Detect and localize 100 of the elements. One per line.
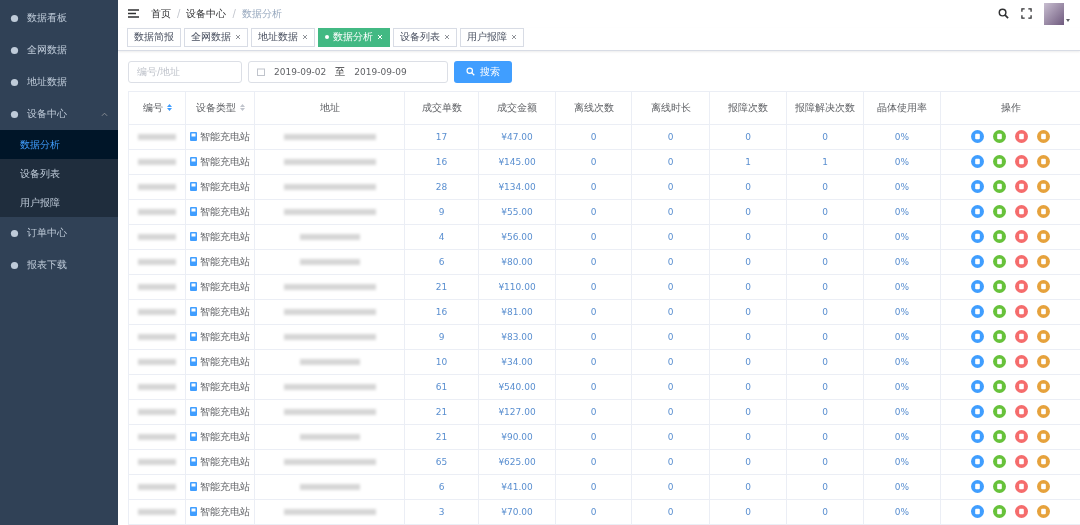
device-type-cell: 智能充电站 — [186, 480, 254, 494]
redacted-text — [138, 359, 176, 365]
table-cell: 0 — [822, 507, 828, 517]
table-cell: 21 — [435, 407, 448, 417]
table-cell: 0 — [667, 332, 674, 342]
table-cell: 0 — [667, 132, 674, 142]
table-cell: 0 — [822, 182, 828, 192]
device-type-cell: 智能充电站 — [186, 330, 254, 344]
table-cell: 0% — [894, 357, 910, 367]
sidebar-item[interactable]: 全网数据 — [0, 34, 118, 66]
table-cell: 0 — [667, 357, 674, 367]
tab[interactable]: 地址数据 — [251, 27, 315, 47]
table-cell: 1 — [822, 157, 828, 167]
table-cell: 0% — [894, 132, 910, 142]
breadcrumb-item[interactable]: 首页 — [151, 6, 171, 21]
column-header: 离线时长 — [631, 91, 710, 125]
breadcrumb-separator: / — [177, 8, 181, 20]
table-cell: 28 — [435, 182, 448, 192]
device-icon — [190, 307, 197, 317]
table-cell: 0 — [590, 157, 597, 167]
sidebar-subitem[interactable]: 用户报障 — [0, 188, 118, 217]
breadcrumb-item: 数据分析 — [241, 6, 282, 21]
tab[interactable]: 设备列表 — [393, 27, 457, 47]
sidebar-item[interactable]: 数据看板 — [0, 2, 118, 34]
device-icon — [190, 257, 197, 267]
table-cell: ¥70.00 — [501, 507, 533, 517]
table-cell: 0 — [667, 432, 674, 442]
device-icon — [190, 232, 197, 242]
table-cell: 0 — [822, 407, 828, 417]
table-cell: 0% — [894, 207, 910, 217]
date-range-field[interactable]: 2019-09-02 至 2019-09-09 — [248, 60, 448, 83]
search-icon[interactable] — [998, 8, 1009, 20]
table-cell: 0 — [745, 282, 751, 292]
table-cell: 0 — [667, 307, 674, 317]
table-cell: ¥145.00 — [498, 157, 536, 167]
table-cell: 0 — [822, 332, 828, 342]
redacted-text — [138, 409, 176, 415]
table-cell: 0 — [822, 132, 828, 142]
table-cell: 21 — [435, 432, 448, 442]
fullscreen-icon[interactable] — [1021, 8, 1032, 20]
table-cell: 0 — [745, 432, 751, 442]
breadcrumb-item[interactable]: 设备中心 — [186, 6, 227, 21]
table-cell: 4 — [438, 232, 445, 242]
table-cell: 0 — [590, 407, 597, 417]
sidebar-subitem[interactable]: 设备列表 — [0, 159, 118, 188]
table-cell: 0% — [894, 307, 910, 317]
column-header: 报障次数 — [709, 91, 787, 125]
close-icon[interactable] — [302, 34, 308, 41]
device-type-cell: 智能充电站 — [186, 230, 254, 244]
table-cell: 0 — [745, 132, 751, 142]
avatar[interactable] — [1044, 2, 1064, 25]
search-icon — [466, 67, 475, 77]
column-header: 操作 — [940, 91, 1080, 125]
table-cell: ¥127.00 — [498, 407, 536, 417]
column-header[interactable]: 编号 — [128, 91, 186, 125]
device-type-cell: 智能充电站 — [186, 130, 254, 144]
device-type-cell: 智能充电站 — [186, 180, 254, 194]
table-cell: ¥56.00 — [501, 232, 533, 242]
close-icon[interactable] — [511, 34, 517, 41]
table-cell: 3 — [438, 507, 445, 517]
table-cell: 0 — [745, 307, 751, 317]
caret-icon[interactable] — [1066, 19, 1070, 23]
sidebar-item[interactable]: 订单中心 — [0, 217, 118, 249]
sidebar-item[interactable]: 报表下载 — [0, 249, 118, 281]
table-cell: ¥134.00 — [498, 182, 536, 192]
table-cell: 0 — [590, 257, 597, 267]
redacted-text — [299, 359, 360, 365]
table-cell: 0% — [894, 182, 910, 192]
table-cell: 65 — [435, 457, 448, 467]
tab[interactable]: 数据简报 — [127, 27, 181, 47]
redacted-text — [138, 284, 176, 290]
table-cell: ¥83.00 — [501, 332, 533, 342]
table-cell: ¥540.00 — [498, 382, 536, 392]
close-icon[interactable] — [444, 34, 450, 41]
device-icon — [190, 432, 197, 442]
table-cell: 0% — [894, 157, 910, 167]
sidebar-item[interactable]: 地址数据 — [0, 66, 118, 98]
device-icon — [190, 207, 197, 217]
column-header[interactable]: 设备类型 — [185, 91, 255, 125]
table-cell: 0% — [894, 382, 910, 392]
table-cell: 0 — [745, 207, 751, 217]
sidebar-item[interactable]: 设备中心 — [0, 98, 118, 130]
redacted-text — [138, 159, 176, 165]
column-header: 成交金额 — [478, 91, 556, 125]
table-cell: 0 — [590, 357, 597, 367]
table-cell: 21 — [435, 282, 448, 292]
close-icon[interactable] — [235, 34, 241, 41]
tab[interactable]: 用户报障 — [460, 27, 524, 47]
table-cell: 0% — [894, 282, 910, 292]
redacted-text — [138, 184, 176, 190]
table-cell: 0 — [822, 382, 828, 392]
tab[interactable]: 全网数据 — [184, 27, 248, 47]
table-cell: ¥34.00 — [501, 357, 533, 367]
table-cell: 16 — [435, 157, 448, 167]
table-cell: ¥80.00 — [501, 257, 533, 267]
menu-icon[interactable] — [128, 9, 139, 19]
table-cell: 1 — [745, 157, 751, 167]
device-type-cell: 智能充电站 — [186, 505, 254, 519]
table-cell: 0 — [745, 482, 751, 492]
sidebar-subitem[interactable]: 数据分析 — [0, 130, 118, 159]
